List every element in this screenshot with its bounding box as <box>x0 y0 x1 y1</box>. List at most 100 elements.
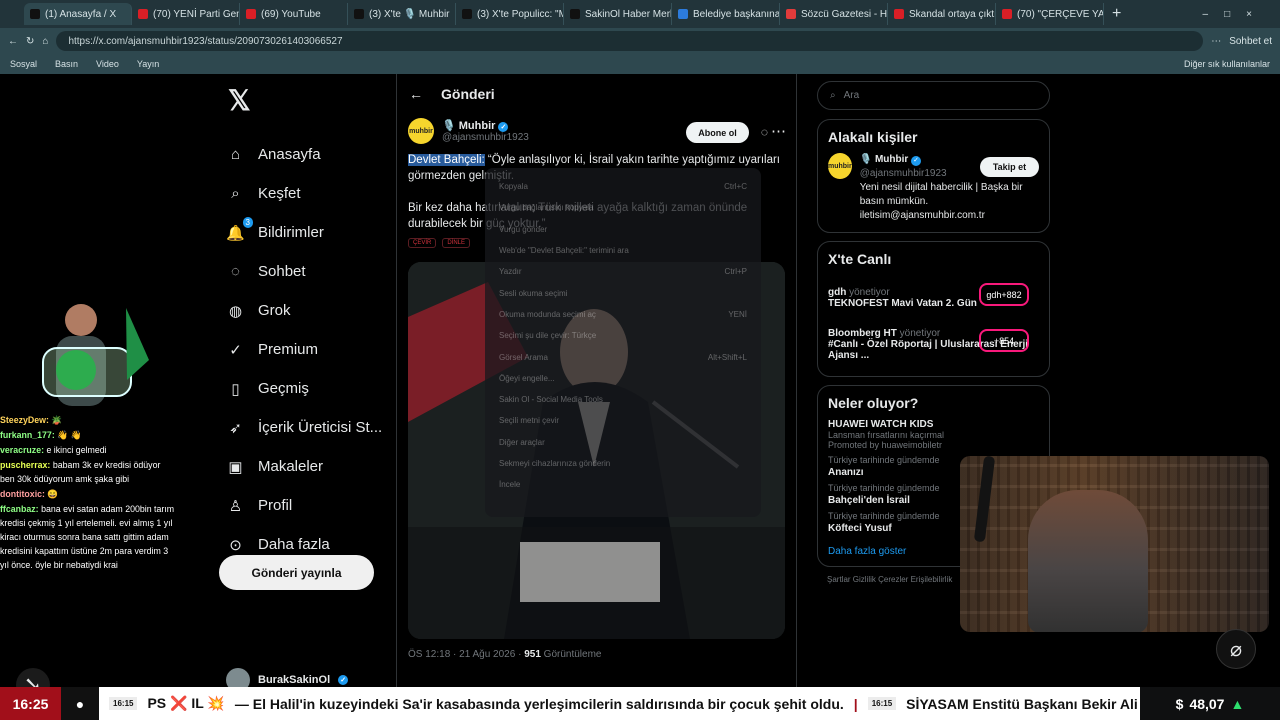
bookmark-folder-basin[interactable]: Basın <box>55 59 78 69</box>
nav-profile[interactable]: ♙ Profil <box>218 486 388 525</box>
nav-premium[interactable]: ✓ Premium <box>218 330 388 369</box>
muhbir-avatar[interactable]: muhbir <box>408 118 434 144</box>
context-menu-item[interactable]: Öğeyi engelle... <box>499 368 747 389</box>
back-icon[interactable]: ← <box>8 36 18 47</box>
pen-circle-icon[interactable]: ⌀ <box>1216 629 1256 669</box>
stream-chat: SteezyDew: 🪴 furkann_177: 👋 👋 veracruze:… <box>0 413 176 573</box>
verified-icon: ✓ <box>338 675 349 685</box>
rocket-icon: ➶ <box>229 419 242 437</box>
browser-context-menu: Kopyala Ctrl+C Vurgu bağlantısını kopyala… <box>485 168 761 517</box>
ticker-time: 16:25 <box>0 687 61 720</box>
context-menu-item[interactable]: Görsel Arama Alt+Shift+L <box>499 346 747 367</box>
nav-explore[interactable]: ⌕ Keşfet <box>218 174 388 213</box>
nav-chat[interactable]: ◌ Sohbet <box>218 252 388 291</box>
grok-icon[interactable]: ◌ <box>761 125 768 139</box>
browser-tab[interactable]: Sözcü Gazetesi - Ha <box>780 3 888 25</box>
youtube-favicon-icon <box>1002 9 1012 19</box>
bookmark-folder-video[interactable]: Video <box>96 59 119 69</box>
post-meta: ÖS 12:18 · 21 Ağu 2026 · 951 Görüntüleme <box>408 649 602 660</box>
publish-post-button[interactable]: Gönderi yayınla <box>219 555 374 590</box>
live-space-item[interactable]: Bloomberg HT yönetiyor #Canlı - Özel Röp… <box>828 321 1039 367</box>
search-icon: ⌕ <box>231 185 240 202</box>
listen-tag[interactable]: DİNLE <box>442 238 471 248</box>
browser-tab[interactable]: (69) YouTube <box>240 3 348 25</box>
browser-tab[interactable]: (3) X'te Populicc: "M <box>456 3 564 25</box>
url-field[interactable]: https://x.com/ajansmuhbir1923/status/209… <box>56 31 1204 51</box>
context-menu-item[interactable]: Seçili metni çevir <box>499 410 747 431</box>
ticker-separator: | <box>853 695 858 712</box>
window-controls[interactable]: –□× <box>1203 9 1280 20</box>
subscribe-button[interactable]: Abone ol <box>686 122 749 143</box>
sync-chat-label[interactable]: Sohbet et <box>1229 36 1272 47</box>
browser-tab-strip: (1) Anasayfa / X (70) YENİ Parti Gene (6… <box>0 0 1280 28</box>
browser-tab[interactable]: SakinOl Haber Merk <box>564 3 672 25</box>
youtube-favicon-icon <box>138 9 148 19</box>
search-input[interactable]: ⌕ Ara <box>817 81 1050 110</box>
live-count-badge: gdh +882 <box>979 283 1029 306</box>
context-menu-item[interactable]: Yazdır Ctrl+P <box>499 261 747 282</box>
translate-tag[interactable]: ÇEVİR <box>408 238 437 248</box>
follow-button[interactable]: Takip et <box>980 157 1039 177</box>
context-menu-item[interactable]: Sesli okuma seçimi <box>499 282 747 303</box>
record-dot-icon: ● <box>61 687 99 720</box>
chat-message: ffcanbaz: bana evi satan adam 200bin tar… <box>0 504 175 570</box>
context-menu-item[interactable]: Sakin Ol - Social Media Tools <box>499 389 747 410</box>
live-count-badge: +854 <box>979 329 1029 352</box>
bookmark-folder-sosyal[interactable]: Sosyal <box>10 59 37 69</box>
context-menu-item[interactable]: Okuma modunda seçimi aç YENİ <box>499 304 747 325</box>
nav-history[interactable]: ▯ Geçmiş <box>218 369 388 408</box>
context-menu-item[interactable]: Diğer araçlar <box>499 432 747 453</box>
bookmarks-bar: Sosyal Basın Video Yayın Diğer sık kulla… <box>0 54 1280 74</box>
promoted-trend[interactable]: HUAWEI WATCH KIDS Lansman fırsatlarını ka… <box>828 419 1039 450</box>
reload-icon[interactable]: ↻ <box>26 36 34 47</box>
browser-tab[interactable]: Belediye başkanına <box>672 3 780 25</box>
bookmark-icon: ▯ <box>231 380 240 398</box>
browser-tab[interactable]: (1) Anasayfa / X <box>24 3 132 25</box>
post-header: ← Gönderi <box>409 86 495 102</box>
context-menu-item[interactable]: Kopyala Ctrl+C <box>499 176 747 197</box>
related-person[interactable]: muhbir 🎙️ Muhbir ✓ @ajansmuhbir1923 Yeni… <box>828 153 1039 223</box>
nav-notifications[interactable]: 🔔 3 Bildirimler <box>218 213 388 252</box>
new-tab-icon[interactable]: + <box>1112 5 1121 23</box>
context-menu-item[interactable]: Web'de "Devlet Bahçeli:" terimini ara <box>499 240 747 261</box>
context-menu-item[interactable]: Sekmeyi cihazlarınıza gönderin <box>499 453 747 474</box>
context-menu-item[interactable]: Vurgu bağlantısını kopyala <box>499 197 747 218</box>
browser-tab[interactable]: (3) X'te 🎙️ Muhbir <box>348 3 456 25</box>
bookmark-folder-yayin[interactable]: Yayın <box>137 59 159 69</box>
x-logo-icon[interactable]: 𝕏 <box>228 84 388 117</box>
browser-tab[interactable]: Skandal ortaya çıktı <box>888 3 996 25</box>
nav-home[interactable]: ⌂ Anasayfa <box>218 135 388 174</box>
usd-price: $48,07 ▲ <box>1140 687 1280 720</box>
bell-icon: 🔔 3 <box>226 217 253 242</box>
stream-overlay-avatar <box>31 298 150 416</box>
chat-message: dontitoxic: 😄 <box>0 489 59 499</box>
address-bar: ← ↻ ⌂ https://x.com/ajansmuhbir1923/stat… <box>0 28 1280 54</box>
notification-badge: 3 <box>242 217 253 228</box>
search-icon: ⌕ <box>830 90 836 101</box>
grok-icon: ◍ <box>228 302 243 320</box>
author-info: 🎙️ Muhbir ✓ @ajansmuhbir1923 <box>442 119 529 143</box>
context-menu-item[interactable]: Seçimi şu dile çevir: Türkçe <box>499 325 747 346</box>
context-menu-item[interactable]: İncele <box>499 474 747 495</box>
more-icon[interactable]: ⋯ <box>771 122 786 140</box>
nav-grok[interactable]: ◍ Grok <box>218 291 388 330</box>
home-icon[interactable]: ⌂ <box>42 36 48 47</box>
nav-creator-studio[interactable]: ➶ İçerik Üreticisi St... <box>218 408 388 447</box>
context-menu-item[interactable]: Vurgu gönder <box>499 219 747 240</box>
related-people-card: Alakalı kişiler muhbir 🎙️ Muhbir ✓ @ajan… <box>817 119 1050 233</box>
browser-tab[interactable]: (70) "ÇERÇEVE YASA <box>996 3 1104 25</box>
browser-tab[interactable]: (70) YENİ Parti Gene <box>132 3 240 25</box>
x-favicon-icon <box>354 9 364 19</box>
nav-articles[interactable]: ▣ Makaleler <box>218 447 388 486</box>
live-space-item[interactable]: gdh yönetiyor TEKNOFEST Mavi Vatan 2. Gü… <box>828 275 1039 321</box>
post-detail-column: ← Gönderi muhbir 🎙️ Muhbir ✓ @ajansmuhbir… <box>396 74 797 687</box>
news-favicon-icon <box>570 9 580 19</box>
chat-message: furkann_177: 👋 👋 <box>0 430 82 440</box>
other-bookmarks[interactable]: Diğer sık kullanılanlar <box>1184 59 1270 69</box>
author-name[interactable]: 🎙️ Muhbir ✓ <box>442 119 529 132</box>
extensions-icon[interactable]: ⋯ <box>1211 36 1221 47</box>
x-favicon-icon <box>30 9 40 19</box>
muhbir-avatar[interactable]: muhbir <box>828 153 852 179</box>
back-arrow-icon[interactable]: ← <box>409 86 423 102</box>
selected-text[interactable]: Devlet Bahçeli: <box>408 154 485 166</box>
